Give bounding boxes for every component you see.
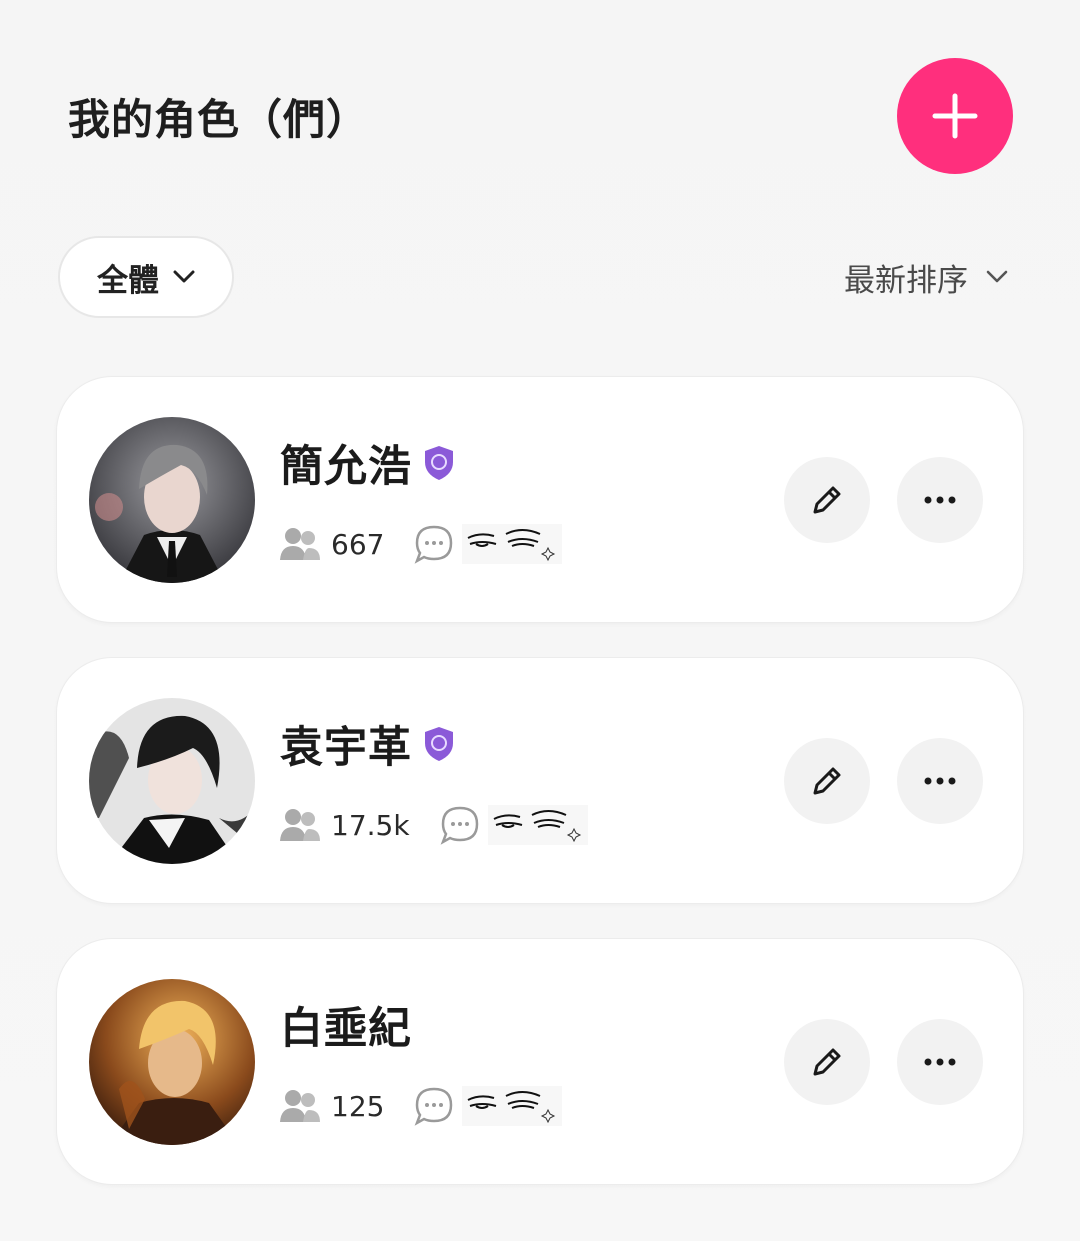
people-icon [280,1090,320,1122]
emoji-sticker-icon [487,805,588,845]
name-row: 袁宇革 [280,714,456,774]
pencil-icon [813,486,841,514]
emoji-sticker-icon [462,524,563,564]
page-title: 我的角色（們） [68,94,370,144]
avatar [89,417,255,583]
chat-bubble-icon [415,525,453,564]
shield-badge-icon [425,446,453,480]
name-row: 白埀紀 [280,995,412,1055]
chat-bubble-icon [440,806,478,845]
add-character-button[interactable] [897,58,1013,174]
filter-dropdown[interactable]: 全體 [58,236,234,318]
more-horizontal-icon [924,496,956,504]
chevron-down-icon [986,270,1008,283]
emoji-sticker-icon [462,1086,563,1126]
plus-icon [932,93,978,139]
pencil-icon [813,1048,841,1076]
character-name: 白埀紀 [280,1004,412,1054]
filter-label: 全體 [97,262,159,299]
more-horizontal-icon [924,777,956,785]
page-header: 我的角色（們） [68,58,1013,174]
chevron-down-icon [173,270,195,283]
character-list: 簡允浩 667 袁宇革 17.5k 白埀紀 125 [56,376,1024,1219]
avatar [89,698,255,864]
chat-bubble-icon [415,1087,453,1126]
edit-button[interactable] [784,1019,870,1105]
more-options-button[interactable] [897,457,983,543]
followers-count: 17.5k [331,808,410,842]
people-icon [280,809,320,841]
stats-row: 667 [279,519,563,569]
character-card[interactable]: 白埀紀 125 [56,938,1024,1185]
character-name: 袁宇革 [280,723,412,773]
edit-button[interactable] [784,738,870,824]
character-name: 簡允浩 [280,442,412,492]
character-card[interactable]: 袁宇革 17.5k [56,657,1024,904]
followers-count: 667 [331,527,385,561]
more-horizontal-icon [924,1058,956,1066]
more-options-button[interactable] [897,1019,983,1105]
more-options-button[interactable] [897,738,983,824]
sort-dropdown[interactable]: 最新排序 [844,255,1008,300]
character-card[interactable]: 簡允浩 667 [56,376,1024,623]
filter-row: 全體 最新排序 [58,236,1008,318]
my-characters-page: 我的角色（們） 全體 最新排序 簡允浩 667 袁宇革 17.5k 白埀紀 12… [0,0,1080,1241]
name-row: 簡允浩 [280,433,456,493]
edit-button[interactable] [784,457,870,543]
pencil-icon [813,767,841,795]
people-icon [280,528,320,560]
sort-label: 最新排序 [844,262,968,299]
shield-badge-icon [425,727,453,761]
avatar [89,979,255,1145]
followers-count: 125 [331,1089,385,1123]
stats-row: 125 [279,1081,563,1131]
stats-row: 17.5k [279,800,588,850]
